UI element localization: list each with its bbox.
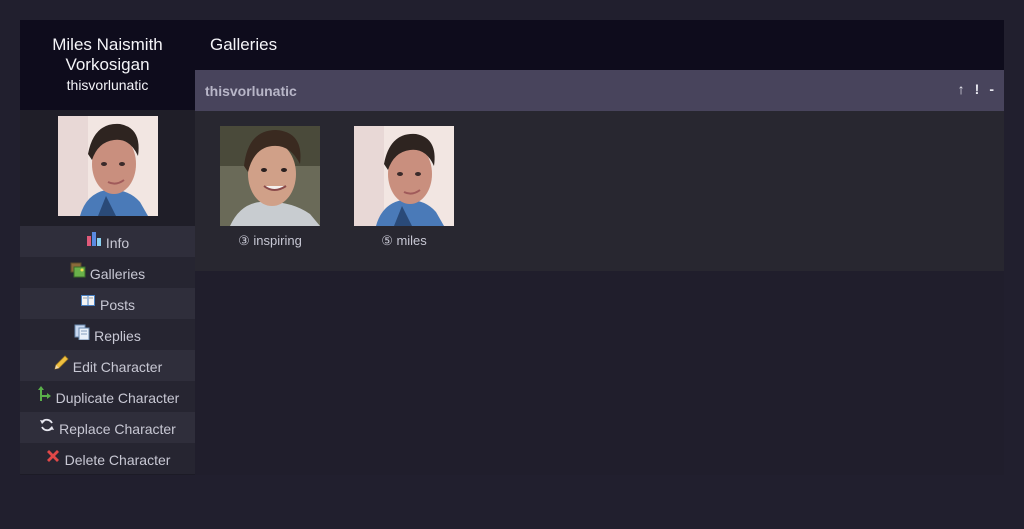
- split-arrow-icon: [36, 385, 52, 402]
- alert-button[interactable]: !: [975, 81, 980, 97]
- character-name: Miles Naismith Vorkosigan: [52, 35, 163, 74]
- character-nav: Info Galleries Posts Replies Edit Charac…: [20, 226, 195, 474]
- gallery-name: thisvorlunatic: [205, 82, 297, 99]
- collapse-button[interactable]: -: [989, 81, 994, 97]
- avatar-area: [20, 110, 195, 226]
- gallery-header: thisvorlunatic ↑ ! -: [195, 70, 1004, 111]
- avatar: [58, 116, 158, 216]
- nav-delete-character[interactable]: Delete Character: [20, 443, 195, 474]
- nav-label: Duplicate Character: [55, 389, 180, 406]
- gallery-icon: ③ inspiring: [220, 126, 320, 249]
- swap-arrows-icon: [39, 417, 55, 433]
- gallery-actions: ↑ ! -: [958, 81, 994, 97]
- nav-galleries[interactable]: Galleries: [20, 257, 195, 288]
- main-content: Galleries thisvorlunatic ↑ ! - ③ inspiri…: [195, 20, 1004, 475]
- red-x-icon: [45, 448, 61, 464]
- nav-label: Replace Character: [59, 420, 176, 437]
- nav-label: Delete Character: [64, 451, 171, 468]
- nav-replace-character[interactable]: Replace Character: [20, 412, 195, 443]
- nav-label: Edit Character: [72, 358, 163, 375]
- nav-info[interactable]: Info: [20, 226, 195, 257]
- chart-icon: [86, 231, 102, 247]
- pictures-icon: [70, 262, 86, 278]
- nav-label: Galleries: [89, 265, 146, 282]
- nav-duplicate-character[interactable]: Duplicate Character: [20, 381, 195, 412]
- nav-posts[interactable]: Posts: [20, 288, 195, 319]
- nav-replies[interactable]: Replies: [20, 319, 195, 350]
- move-up-button[interactable]: ↑: [958, 81, 965, 97]
- gallery-icon: ⑤ miles: [354, 126, 454, 249]
- icon-caption[interactable]: ③ inspiring: [220, 233, 320, 249]
- nav-label: Posts: [99, 296, 135, 313]
- character-sidebar: Miles Naismith Vorkosigan thisvorlunatic: [20, 20, 195, 475]
- character-screenname: thisvorlunatic: [66, 77, 149, 93]
- nav-label: Replies: [94, 327, 141, 344]
- book-icon: [80, 293, 96, 309]
- page-title: Galleries: [195, 20, 1004, 70]
- icon-thumbnail[interactable]: [220, 126, 320, 226]
- pages-icon: [74, 324, 90, 340]
- nav-label: Info: [105, 234, 130, 251]
- character-header: Miles Naismith Vorkosigan thisvorlunatic: [20, 20, 195, 110]
- icon-caption[interactable]: ⑤ miles: [354, 233, 454, 249]
- page-frame: Miles Naismith Vorkosigan thisvorlunatic: [20, 20, 1004, 475]
- pencil-icon: [53, 354, 69, 371]
- nav-edit-character[interactable]: Edit Character: [20, 350, 195, 381]
- gallery-icons: ③ inspiring ⑤ miles: [195, 111, 1004, 271]
- icon-thumbnail[interactable]: [354, 126, 454, 226]
